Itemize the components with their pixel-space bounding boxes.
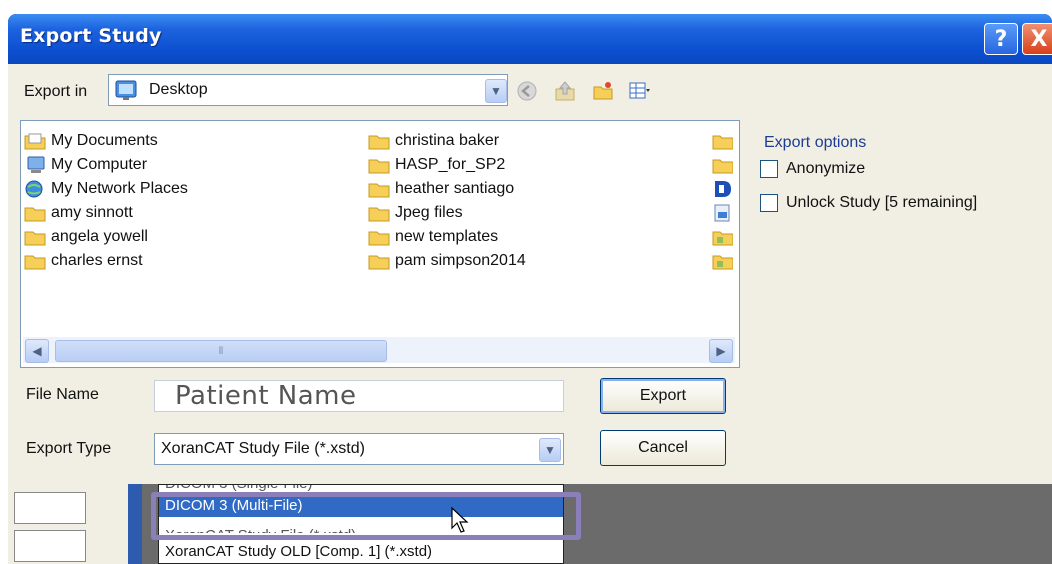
export-type-select[interactable]: XoranCAT Study File (*.xstd) ▼ [154, 433, 564, 465]
export-in-combo[interactable]: Desktop ▼ [108, 74, 508, 106]
list-item[interactable]: christina baker [367, 129, 499, 153]
help-button[interactable]: ? [984, 23, 1018, 55]
folder-icon [368, 255, 390, 270]
export-options-title: Export options [764, 134, 867, 151]
back-icon[interactable] [516, 80, 538, 102]
scrollbar-thumb[interactable]: ⦀ [55, 340, 387, 362]
list-item[interactable]: amy sinnott [23, 201, 133, 225]
file-list[interactable]: My Documents My Computer My Network Plac… [20, 120, 740, 368]
highlight-frame [151, 492, 581, 540]
list-item[interactable]: My Network Places [23, 177, 188, 201]
list-item[interactable]: new templates [367, 225, 498, 249]
file-icon[interactable] [711, 227, 733, 247]
horizontal-scrollbar[interactable]: ◀ ⦀ ▶ [23, 337, 735, 363]
my-computer-icon [27, 156, 45, 173]
list-item[interactable]: My Computer [23, 153, 147, 177]
list-item[interactable]: charles ernst [23, 249, 143, 273]
folder-icon [24, 207, 46, 222]
new-folder-icon[interactable] [592, 80, 614, 102]
folder-icon [368, 207, 390, 222]
list-item[interactable]: My Documents [23, 129, 158, 153]
anonymize-checkbox[interactable] [760, 160, 778, 178]
up-folder-icon[interactable] [554, 80, 576, 102]
unlock-option[interactable]: Unlock Study [5 remaining] [760, 194, 977, 212]
anonymize-label: Anonymize [786, 160, 866, 177]
file-name-label: File Name [26, 386, 99, 403]
background-panel [8, 484, 128, 564]
background-field [14, 492, 86, 524]
dropdown-option[interactable]: XoranCAT Study OLD [Comp. 1] (*.xstd) [159, 541, 563, 563]
folder-icon [368, 183, 390, 198]
title-bar[interactable]: Export Study ? X [8, 14, 1052, 64]
background-stripe [128, 484, 142, 564]
export-in-value: Desktop [149, 81, 208, 98]
unlock-label: Unlock Study [5 remaining] [786, 194, 978, 211]
chevron-right-icon[interactable]: ▶ [709, 339, 733, 363]
folder-icon [368, 231, 390, 246]
file-name-input[interactable]: Patient Name [154, 380, 564, 412]
chevron-down-icon[interactable]: ▼ [539, 438, 561, 462]
folder-icon [24, 231, 46, 246]
desktop-icon [115, 80, 137, 100]
mouse-cursor-icon [451, 506, 469, 533]
folder-icon [24, 255, 46, 270]
list-item[interactable]: pam simpson2014 [367, 249, 526, 273]
background-field [14, 530, 86, 562]
file-icon[interactable] [711, 251, 733, 271]
view-menu-icon[interactable] [628, 80, 650, 102]
list-item[interactable]: HASP_for_SP2 [367, 153, 505, 177]
export-type-label: Export Type [26, 440, 112, 457]
folder-icon[interactable] [711, 131, 733, 151]
folder-icon [368, 159, 390, 174]
folder-icon [368, 135, 390, 150]
close-button[interactable]: X [1022, 23, 1052, 55]
export-study-dialog: Export Study ? X Export in Desktop ▼ My … [8, 14, 1052, 564]
my-documents-icon [24, 133, 46, 150]
list-item[interactable]: heather santiago [367, 177, 514, 201]
chevron-down-icon[interactable]: ▼ [485, 79, 507, 103]
anonymize-option[interactable]: Anonymize [760, 160, 865, 178]
list-item[interactable]: Jpeg files [367, 201, 463, 225]
app-shortcut-icon[interactable] [711, 179, 733, 199]
unlock-checkbox[interactable] [760, 194, 778, 212]
export-type-value: XoranCAT Study File (*.xstd) [161, 440, 365, 457]
folder-icon[interactable] [711, 155, 733, 175]
list-item[interactable]: angela yowell [23, 225, 148, 249]
cancel-button[interactable]: Cancel [600, 430, 726, 466]
dialog-title: Export Study [20, 25, 162, 47]
network-places-icon [25, 180, 43, 198]
file-shortcut-icon[interactable] [711, 203, 733, 223]
export-button[interactable]: Export [600, 378, 726, 414]
dialog-body: Export in Desktop ▼ My Documents My Comp… [8, 64, 1052, 484]
export-in-label: Export in [24, 83, 88, 100]
chevron-left-icon[interactable]: ◀ [25, 339, 49, 363]
